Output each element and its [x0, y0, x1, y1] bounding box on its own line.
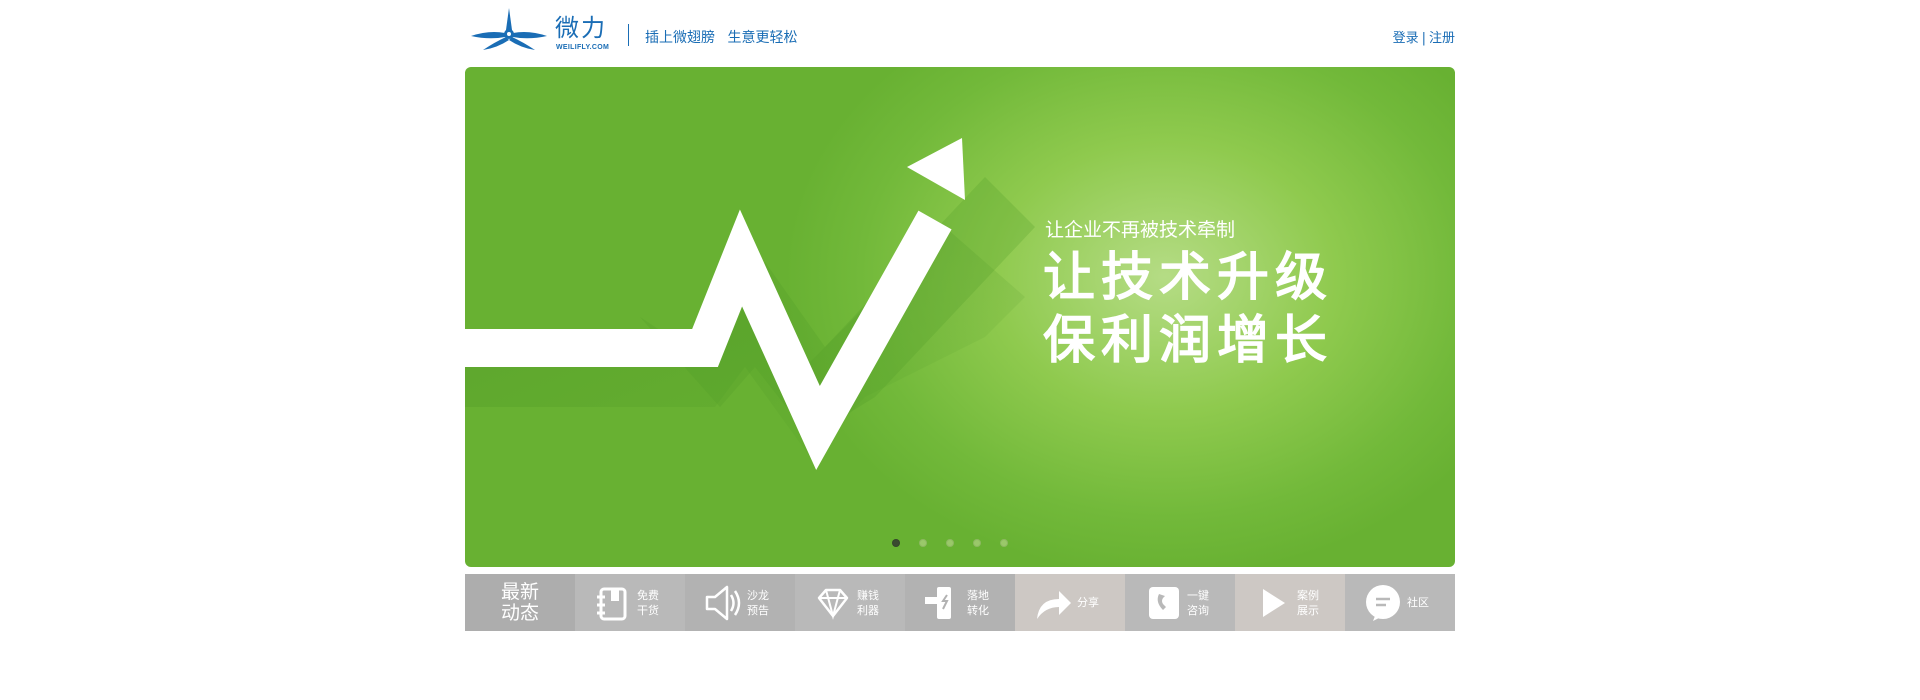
nav-news[interactable]: 最新 动态	[465, 574, 575, 631]
nav-money-tools[interactable]: 赚钱 利器	[795, 574, 905, 631]
book-icon	[597, 587, 627, 621]
site-header: 微力 WEILIFLY.COM 插上微翅膀 生意更轻松 登录 | 注册	[465, 0, 1455, 67]
share-arrow-icon	[1037, 591, 1071, 619]
slide-dot[interactable]	[1000, 539, 1008, 547]
slide-indicators	[892, 539, 1008, 547]
banner-headline-line1: 让技术升级	[1043, 248, 1334, 308]
banner-subtitle: 让企业不再被技术牵制	[1045, 219, 1236, 241]
nav-label: 免费 干货	[637, 589, 659, 617]
play-icon	[1263, 589, 1285, 617]
nav-free-resources[interactable]: 免费 干货	[575, 574, 685, 631]
logo-domain: WEILIFLY.COM	[556, 44, 610, 51]
nav-label: 社区	[1407, 596, 1429, 609]
diamond-icon	[817, 588, 849, 620]
login-link[interactable]: 登录	[1393, 31, 1419, 46]
nav-share[interactable]: 分享	[1015, 574, 1125, 631]
news-title: 最新 动态	[500, 580, 539, 624]
register-link[interactable]: 注册	[1429, 31, 1455, 46]
hero-banner[interactable]: 让企业不再被技术牵制 让技术升级 保利润增长	[465, 67, 1455, 567]
hammer-icon	[925, 587, 951, 619]
slogan: 插上微翅膀 生意更轻松	[645, 30, 798, 46]
nav-conversion[interactable]: 落地 转化	[905, 574, 1015, 631]
nav-label: 分享	[1077, 596, 1099, 609]
nav-salon-preview[interactable]: 沙龙 预告	[685, 574, 795, 631]
auth-separator: |	[1421, 31, 1426, 46]
propeller-plane-icon	[471, 8, 547, 50]
banner-headline-line2: 保利润增长	[1043, 311, 1334, 371]
logo-name: 微力	[555, 14, 607, 42]
slide-dot[interactable]	[919, 539, 927, 547]
chat-bubble-icon	[1366, 585, 1400, 621]
header-divider	[628, 24, 629, 46]
nav-consult[interactable]: 一键 咨询	[1125, 574, 1235, 631]
logo[interactable]: 微力 WEILIFLY.COM	[469, 6, 619, 56]
slide-dot[interactable]	[892, 539, 900, 547]
nav-label: 案例 展示	[1297, 589, 1319, 617]
nav-label: 落地 转化	[967, 589, 989, 617]
nav-community[interactable]: 社区	[1345, 574, 1455, 631]
nav-label: 沙龙 预告	[747, 589, 769, 617]
feature-nav: 最新 动态 免费 干货 沙龙 预告 赚钱 利器 落地 转化 分享 一键 咨询 案…	[465, 574, 1455, 631]
nav-cases[interactable]: 案例 展示	[1235, 574, 1345, 631]
speaker-icon	[705, 585, 741, 621]
slide-dot[interactable]	[973, 539, 981, 547]
slide-dot[interactable]	[946, 539, 954, 547]
auth-links: 登录 | 注册	[1393, 27, 1455, 46]
phone-icon	[1149, 587, 1179, 619]
nav-label: 一键 咨询	[1187, 589, 1209, 617]
banner-headline: 让技术升级 保利润增长	[1043, 247, 1333, 373]
nav-label: 赚钱 利器	[857, 589, 879, 617]
